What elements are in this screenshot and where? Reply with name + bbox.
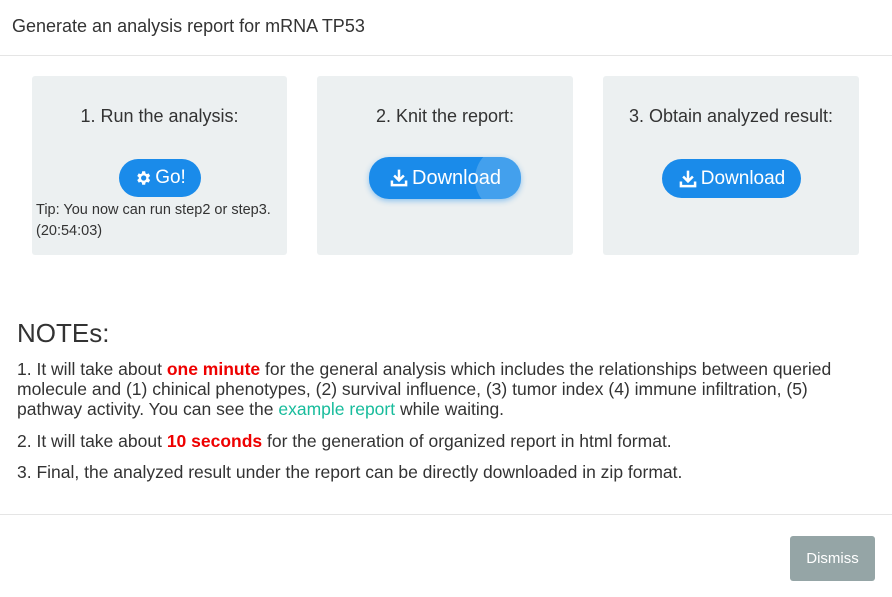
- tip-timestamp: (20:54:03): [36, 223, 103, 239]
- step-panel-knit-report: 2. Knit the report: Download: [317, 76, 573, 255]
- note-text: for the generation of organized report i…: [262, 431, 672, 451]
- go-button-label: Go!: [155, 167, 186, 188]
- download-icon: [390, 169, 408, 187]
- gear-icon: [137, 171, 151, 185]
- notes-heading: NOTEs:: [17, 318, 110, 348]
- step-title: 3. Obtain analyzed result:: [628, 106, 834, 126]
- note-highlight: one minute: [166, 359, 261, 379]
- example-report-link[interactable]: example report: [278, 399, 395, 419]
- download-result-button[interactable]: Download: [662, 159, 801, 198]
- step-panel-obtain-result: 3. Obtain analyzed result: Download: [603, 76, 859, 255]
- note-item-1: 1. It will take about one minute for the…: [17, 359, 877, 419]
- modal-title: Generate an analysis report for mRNA TP5…: [12, 16, 365, 36]
- note-item-3: 3. Final, the analyzed result under the …: [17, 462, 877, 482]
- note-item-2: 2. It will take about 10 seconds for the…: [17, 431, 877, 451]
- note-highlight: 10 seconds: [166, 431, 263, 451]
- note-text: 2. It will take about: [17, 431, 167, 451]
- note-text: 3. Final, the analyzed result under the …: [17, 462, 683, 482]
- note-text: while waiting.: [395, 399, 505, 419]
- tip-message: Tip: You now can run step2 or step3.: [36, 202, 271, 218]
- step-title: 2. Knit the report:: [375, 106, 515, 126]
- modal-footer: Dismiss: [0, 514, 892, 597]
- download-report-button[interactable]: Download: [369, 157, 521, 199]
- dismiss-button[interactable]: Dismiss: [790, 536, 875, 581]
- download-report-label: Download: [412, 166, 501, 189]
- note-text: 1. It will take about: [17, 359, 167, 379]
- download-icon: [679, 170, 697, 187]
- tip-text: Tip: You now can run step2 or step3. (20…: [36, 200, 284, 242]
- modal-header: Generate an analysis report for mRNA TP5…: [0, 0, 892, 56]
- step-title: 1. Run the analysis:: [80, 106, 239, 126]
- go-button[interactable]: Go!: [119, 159, 201, 197]
- download-result-label: Download: [700, 167, 786, 189]
- step-panel-run-analysis: 1. Run the analysis: Go! Tip: You now ca…: [32, 76, 287, 255]
